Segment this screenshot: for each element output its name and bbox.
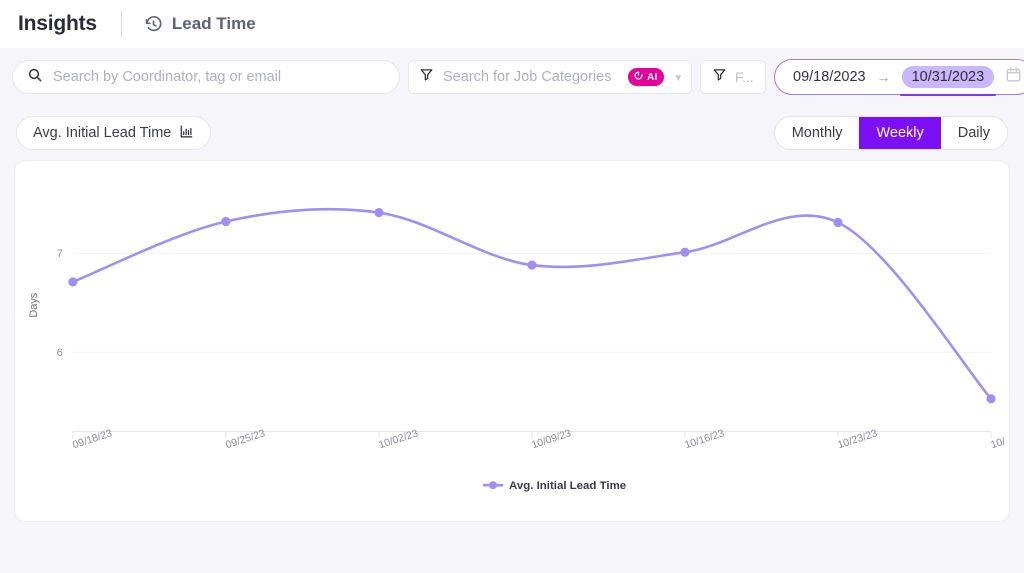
date-to-field[interactable]: 10/31/2023	[901, 66, 995, 88]
x-axis-tick-label: 10/	[990, 436, 1007, 451]
job-categories-input[interactable]: Search for Job Categories AI ▾	[408, 60, 692, 94]
date-range-arrow-icon: →	[876, 69, 891, 85]
top-header-bar: Insights Lead Time	[0, 0, 1024, 48]
metric-chip-label: Avg. Initial Lead Time	[33, 125, 172, 141]
data-point[interactable]	[986, 394, 996, 404]
date-range-picker[interactable]: 09/18/2023 → 10/31/2023	[774, 59, 1024, 96]
metric-selector-chip[interactable]: Avg. Initial Lead Time	[16, 116, 212, 150]
legend-label: Avg. Initial Lead Time	[509, 480, 626, 492]
data-point[interactable]	[221, 216, 231, 227]
extra-filter-label: F...	[735, 69, 754, 85]
extra-filter-button[interactable]: F...	[700, 60, 766, 94]
y-axis-title: Days	[28, 292, 40, 317]
granularity-option-daily[interactable]: Daily	[941, 117, 1007, 149]
data-point[interactable]	[680, 247, 690, 257]
granularity-option-monthly[interactable]: Monthly	[775, 117, 860, 149]
date-to-wrapper: 10/31/2023	[899, 66, 997, 96]
chevron-down-icon[interactable]: ▾	[675, 71, 681, 84]
date-to-active-underline	[899, 94, 997, 96]
data-point[interactable]	[833, 217, 843, 228]
data-point[interactable]	[527, 260, 537, 270]
calendar-icon[interactable]	[1005, 66, 1022, 88]
bar-chart-icon	[179, 124, 194, 143]
data-point[interactable]	[68, 277, 78, 287]
app-title: Insights	[18, 12, 97, 35]
search-input-placeholder: Search by Coordinator, tag or email	[53, 69, 282, 85]
legend-marker-dot	[489, 481, 498, 490]
funnel-filter-icon	[712, 67, 727, 87]
y-axis-tick-labels: 67	[57, 248, 63, 359]
chart-card: 67 09/18/23 09/25/23 10/02/23 10/09/23 10/16…	[14, 160, 1010, 522]
series-data-points	[68, 208, 996, 404]
search-icon	[27, 67, 43, 88]
filter-bar: Search by Coordinator, tag or email Sear…	[0, 48, 1024, 106]
job-categories-placeholder: Search for Job Categories	[443, 69, 612, 85]
section-title-group: Lead Time	[144, 14, 256, 34]
series-line-avg-initial-lead-time	[71, 207, 993, 401]
granularity-option-weekly[interactable]: Weekly	[859, 117, 941, 149]
history-clock-icon	[144, 15, 163, 34]
search-input[interactable]: Search by Coordinator, tag or email	[12, 60, 400, 94]
chart-toolbar: Avg. Initial Lead Time Monthly Weekly Da…	[0, 106, 1024, 160]
line-chart[interactable]: 67 09/18/23 09/25/23 10/02/23 10/09/23 10/16…	[15, 161, 1009, 521]
date-from-field[interactable]: 09/18/2023	[793, 69, 866, 85]
y-axis-tick-label: 6	[57, 347, 63, 359]
ai-badge-label: AI	[647, 71, 658, 83]
granularity-toggle-group: Monthly Weekly Daily	[773, 116, 1008, 150]
ai-badge[interactable]: AI	[628, 68, 665, 86]
header-divider	[120, 11, 122, 37]
ai-refresh-icon	[633, 68, 644, 86]
funnel-filter-icon	[419, 67, 434, 87]
section-title-label: Lead Time	[171, 14, 256, 33]
data-point[interactable]	[374, 208, 384, 218]
y-axis-tick-label: 7	[57, 248, 63, 260]
chart-legend[interactable]: Avg. Initial Lead Time	[482, 480, 626, 492]
